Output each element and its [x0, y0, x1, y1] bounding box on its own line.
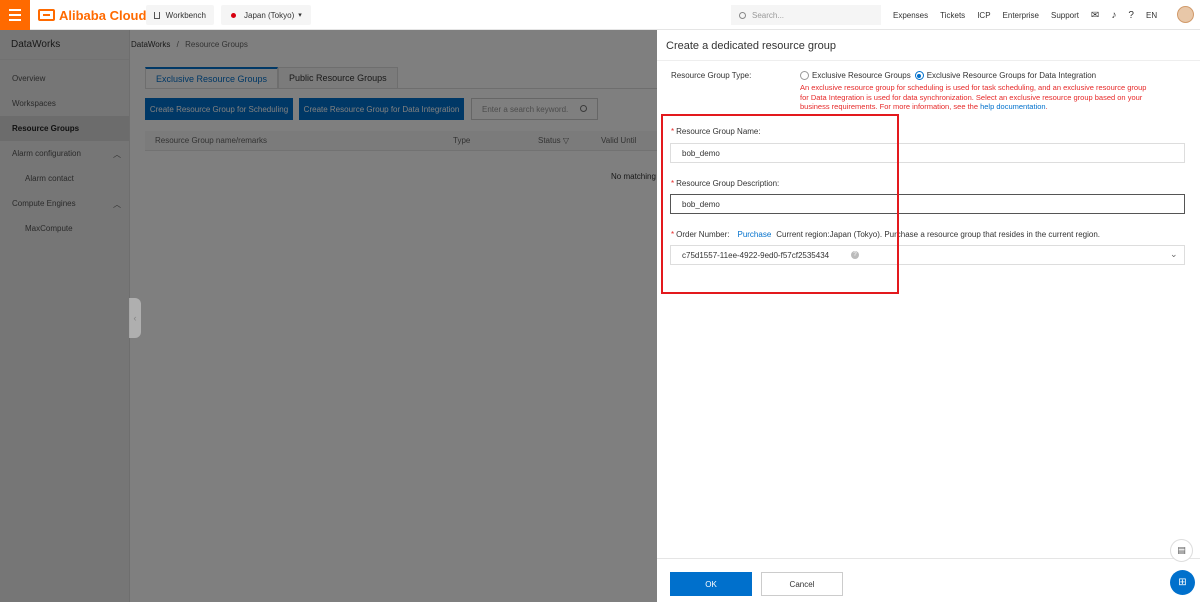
region-selector[interactable]: Japan (Tokyo) ▾	[221, 5, 311, 25]
global-search-input[interactable]: Search...	[731, 5, 881, 25]
modal-overlay[interactable]	[0, 30, 657, 602]
chat-icon[interactable]: ▤	[1170, 539, 1193, 562]
highlight-annotation-box	[661, 114, 899, 294]
japan-flag-icon	[231, 12, 236, 18]
message-icon[interactable]: ✉	[1091, 10, 1099, 21]
radio-exclusive-data-integration[interactable]	[914, 71, 924, 80]
resource-group-type-radios: Exclusive Resource Groups Exclusive Reso…	[800, 71, 1100, 80]
link-enterprise[interactable]: Enterprise	[1003, 11, 1039, 20]
chevron-down-icon[interactable]: ⌄	[1170, 249, 1178, 260]
cancel-button[interactable]: Cancel	[761, 572, 843, 596]
chevron-down-icon: ▾	[298, 12, 302, 19]
radio-label[interactable]: Exclusive Resource Groups for Data Integ…	[927, 71, 1096, 80]
brand-name: Alibaba Cloud	[59, 7, 147, 23]
panel-title: Create a dedicated resource group	[666, 40, 836, 52]
chevron-left-icon: ‹	[133, 313, 137, 323]
link-expenses[interactable]: Expenses	[893, 11, 928, 20]
home-icon	[154, 11, 160, 19]
search-icon	[739, 11, 746, 19]
collapse-handle[interactable]: ‹	[129, 298, 141, 338]
type-warning-text: An exclusive resource group for scheduli…	[800, 83, 1150, 112]
link-support[interactable]: Support	[1051, 11, 1079, 20]
workbench-label: Workbench	[165, 10, 206, 20]
warning-end: .	[1045, 102, 1048, 111]
panel-divider	[657, 60, 1200, 61]
bell-icon[interactable]: ♪	[1111, 10, 1116, 21]
resource-group-type-label: Resource Group Type:	[671, 71, 752, 80]
alibaba-logo-icon	[38, 9, 55, 21]
workbench-button[interactable]: Workbench	[146, 5, 214, 25]
search-placeholder: Search...	[752, 10, 785, 20]
help-documentation-link[interactable]: help documentation	[980, 102, 1045, 111]
ok-button[interactable]: OK	[670, 572, 752, 596]
menu-icon[interactable]	[0, 0, 30, 30]
radio-exclusive-resource-groups[interactable]	[800, 71, 809, 80]
top-bar: Alibaba Cloud Workbench Japan (Tokyo) ▾ …	[0, 0, 1200, 30]
panel-footer-divider	[657, 558, 1200, 559]
link-tickets[interactable]: Tickets	[940, 11, 965, 20]
region-label: Japan (Tokyo)	[244, 10, 295, 20]
alibaba-cloud-logo[interactable]: Alibaba Cloud	[38, 7, 146, 23]
language-switch[interactable]: EN	[1146, 11, 1157, 20]
warning-body: An exclusive resource group for scheduli…	[800, 83, 1147, 111]
link-icp[interactable]: ICP	[977, 11, 990, 20]
help-circle-icon[interactable]: ?	[1128, 10, 1134, 21]
radio-label[interactable]: Exclusive Resource Groups	[812, 71, 911, 80]
apps-grid-icon[interactable]: ⊞	[1170, 570, 1195, 595]
top-links: Expenses Tickets ICP Enterprise Support …	[893, 0, 1169, 30]
avatar[interactable]	[1177, 6, 1194, 23]
